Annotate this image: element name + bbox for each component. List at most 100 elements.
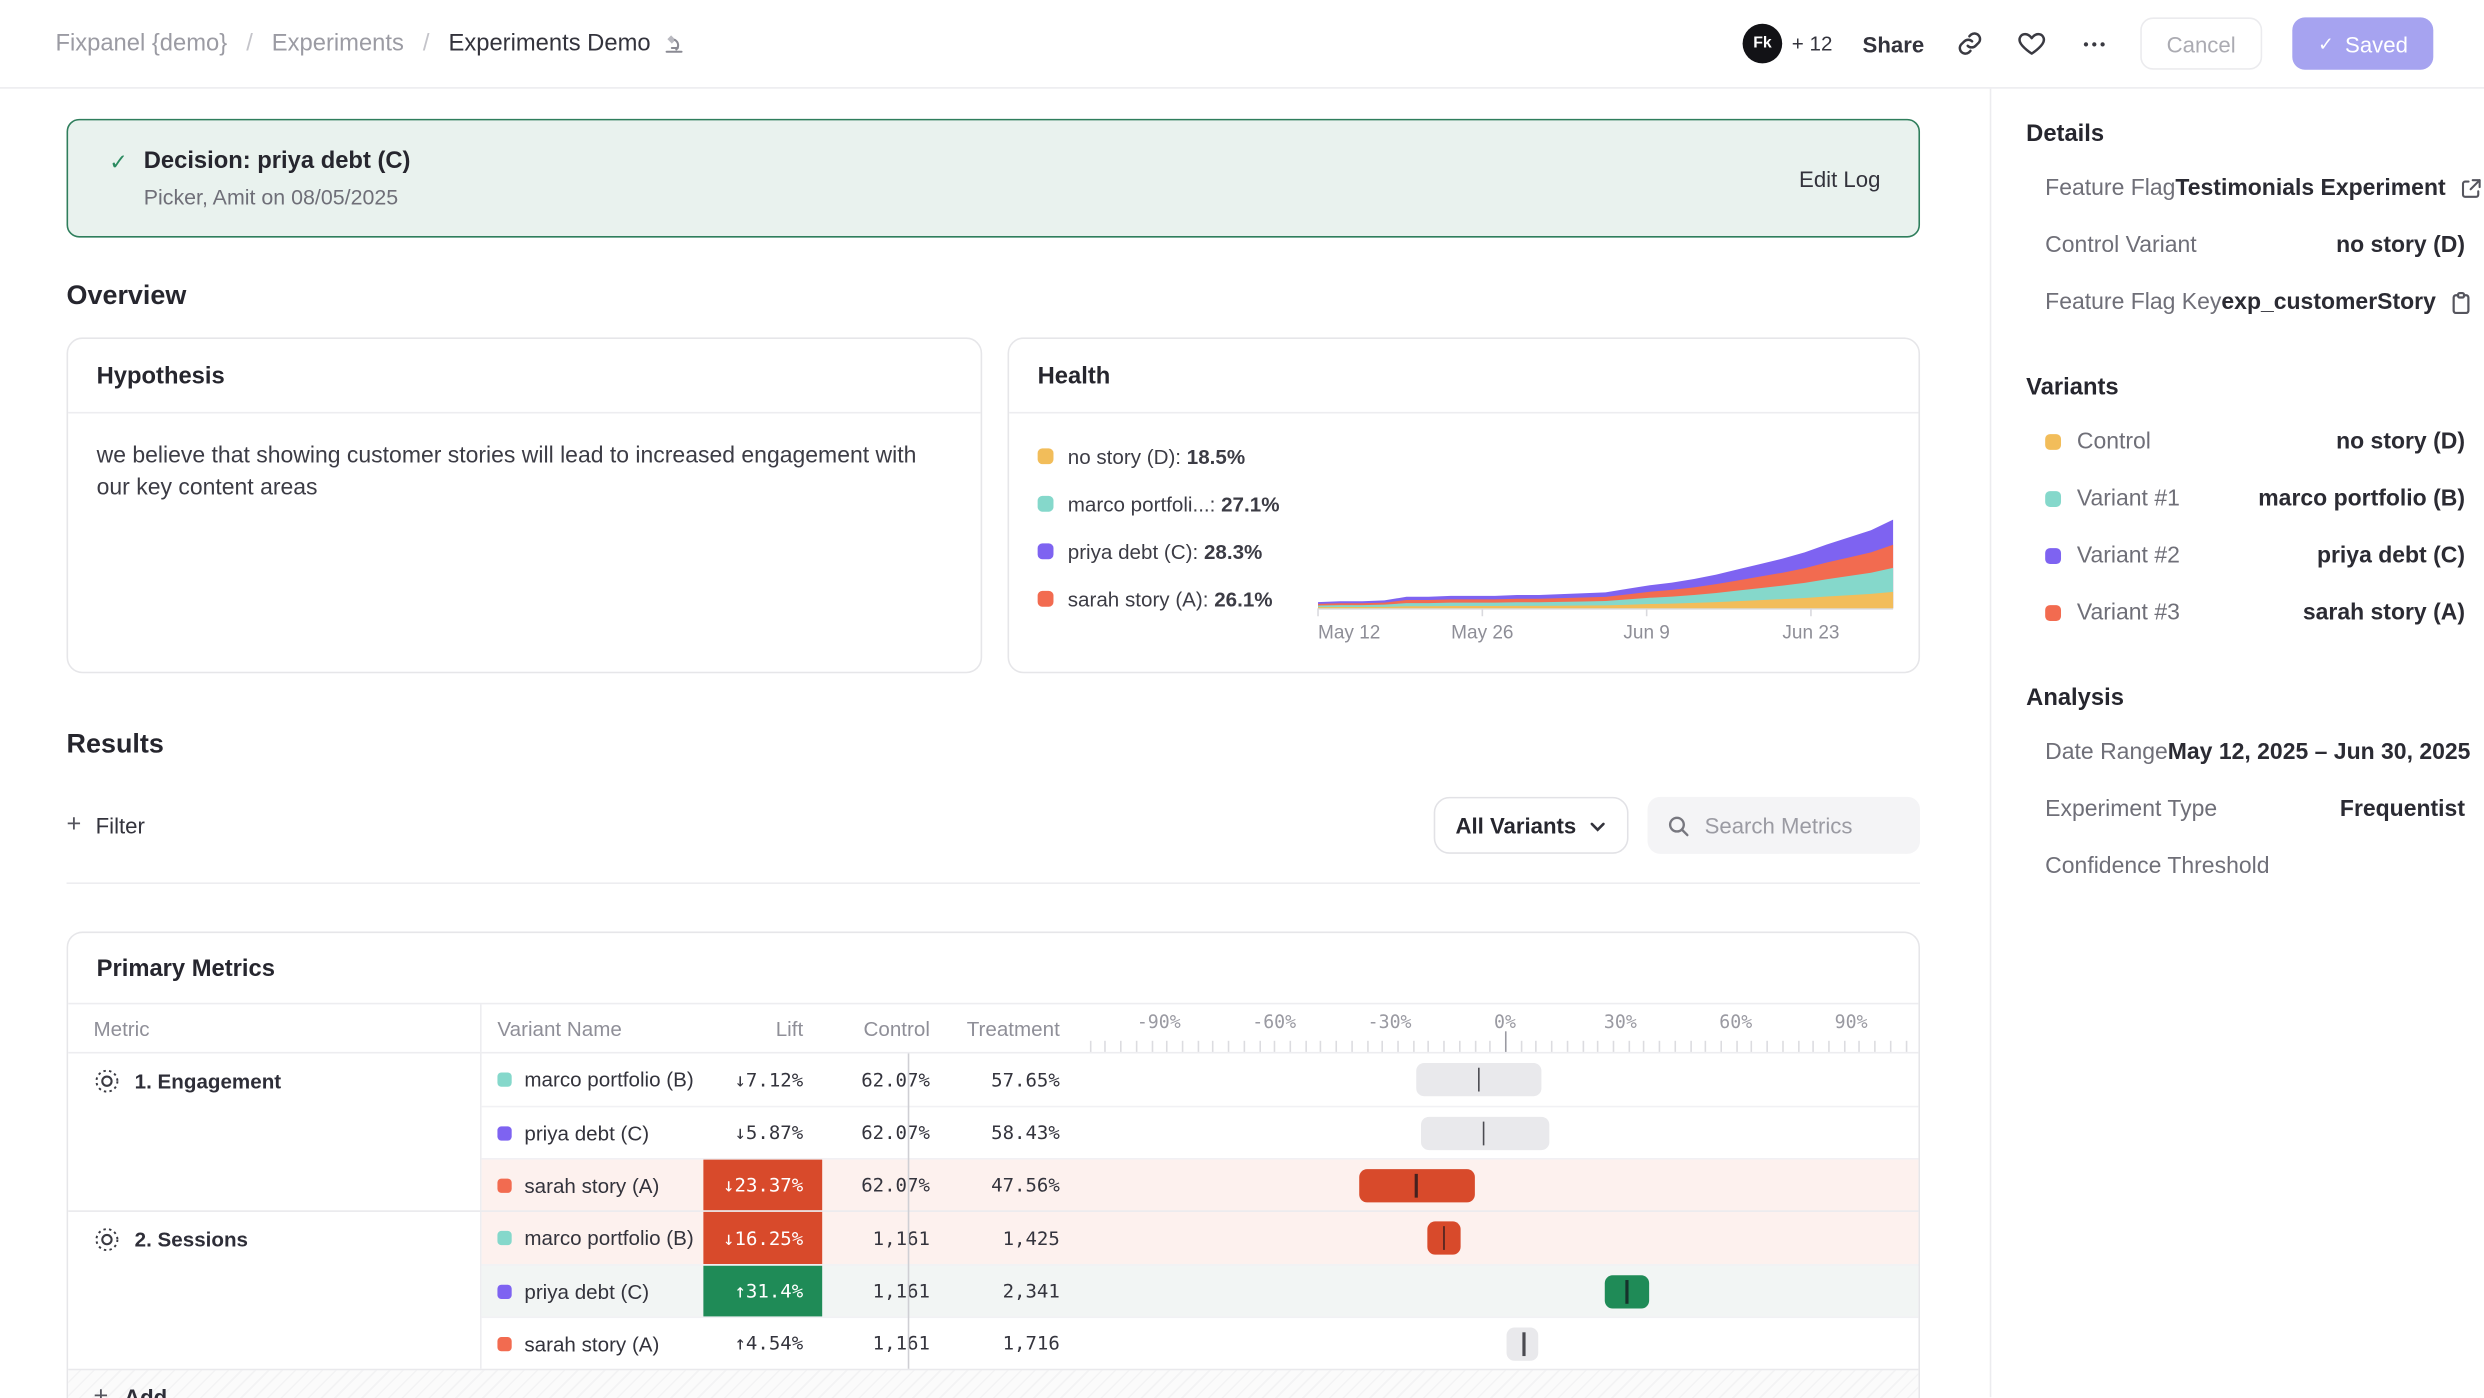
axis-label: -30% [1368, 1011, 1412, 1033]
edit-log-button[interactable]: Edit Log [1799, 166, 1880, 191]
sidebar-row-label: Confidence Threshold [2045, 854, 2269, 879]
variant-name-cell: priya debt (C) [482, 1266, 704, 1317]
lift-value: ↑31.4% [703, 1266, 822, 1317]
variants-dropdown[interactable]: All Variants [1433, 797, 1628, 854]
search-icon [1667, 813, 1691, 837]
cancel-button[interactable]: Cancel [2140, 17, 2263, 69]
variants-heading: Variants [2026, 374, 2465, 401]
zero-percent-line [908, 1053, 910, 1368]
axis-tick [1797, 1041, 1799, 1052]
confidence-interval-cell [1079, 1160, 1919, 1211]
external-link-icon[interactable] [2460, 177, 2482, 199]
filter-label: Filter [96, 813, 145, 838]
metric-name-cell[interactable]: 2. Sessions [68, 1212, 481, 1369]
column-lift: Lift [703, 1004, 822, 1052]
sidebar-row-value: no story (D) [2336, 429, 2465, 454]
variant-swatch [497, 1178, 511, 1192]
axis-tick [1151, 1041, 1153, 1052]
sidebar-row: Feature Flag Keyexp_customerStory [2026, 274, 2465, 331]
results-heading: Results [67, 729, 1920, 761]
decision-banner: ✓ Decision: priya debt (C) Picker, Amit … [67, 119, 1920, 238]
metric-rows: marco portfolio (B)↓16.25%1,1611,425 priy… [482, 1212, 1919, 1369]
clipboard-icon[interactable] [2450, 291, 2471, 315]
sidebar-row-value[interactable]: exp_customerStory [2221, 290, 2435, 315]
treatment-value: 2,341 [949, 1266, 1079, 1317]
add-filter-button[interactable]: + Filter [67, 811, 145, 840]
sidebar-row-value: May 12, 2025 – Jun 30, 2025 [2168, 740, 2471, 765]
share-button[interactable]: Share [1863, 31, 1925, 56]
breadcrumb-experiments[interactable]: Experiments [272, 30, 404, 57]
hypothesis-title: Hypothesis [97, 363, 225, 390]
copy-link-icon[interactable] [1954, 28, 1986, 60]
axis-tick [1182, 1041, 1184, 1052]
saved-button[interactable]: ✓ Saved [2293, 17, 2434, 69]
add-metric-button[interactable]: + Add [68, 1369, 1918, 1398]
details-section: Details Feature FlagTestimonials Experim… [2026, 120, 2465, 331]
variant-label: marco portfolio (B) [524, 1068, 693, 1092]
axis-tick [1551, 1041, 1553, 1052]
sidebar-row-label: Control Variant [2045, 233, 2197, 258]
sidebar-row-label: Date Range [2045, 740, 2168, 765]
axis-tick [1228, 1041, 1230, 1052]
column-metric: Metric [68, 1004, 481, 1052]
point-estimate-tick [1626, 1280, 1628, 1304]
sidebar-row-value[interactable]: Testimonials Experiment [2175, 176, 2445, 201]
axis-tick [1290, 1041, 1292, 1052]
variant-swatch [497, 1126, 511, 1140]
variant-label: priya debt (C) [524, 1279, 649, 1303]
confidence-interval-cell [1079, 1266, 1919, 1317]
confidence-interval-bar [1605, 1275, 1649, 1308]
saved-button-label: Saved [2345, 31, 2408, 56]
legend-swatch [1038, 448, 1054, 464]
sidebar-row: Date RangeMay 12, 2025 – Jun 30, 2025 [2026, 724, 2465, 781]
more-options-icon[interactable] [2078, 28, 2110, 60]
breadcrumb: Fixpanel {demo} / Experiments / Experime… [55, 30, 685, 57]
metric-name-cell[interactable]: 1. Engagement [68, 1053, 481, 1210]
health-legend-item: priya debt (C): 28.3% [1038, 535, 1303, 567]
axis-tick [1320, 1041, 1322, 1052]
axis-tick [1474, 1041, 1476, 1052]
analysis-section: Analysis Date RangeMay 12, 2025 – Jun 30… [2026, 684, 2465, 895]
legend-swatch [1038, 543, 1054, 559]
variant-swatch [497, 1072, 511, 1086]
favorite-heart-icon[interactable] [2016, 28, 2048, 60]
axis-tick [1628, 1041, 1630, 1052]
chevron-down-icon [1589, 817, 1606, 834]
page-title: Experiments Demo [449, 30, 651, 57]
metric-name: 2. Sessions [135, 1228, 248, 1252]
confidence-interval-bar [1507, 1328, 1538, 1361]
avatar[interactable]: Fk [1743, 24, 1783, 64]
divider [67, 882, 1920, 884]
breadcrumb-project[interactable]: Fixpanel {demo} [55, 30, 227, 57]
variant-name-cell: marco portfolio (B) [482, 1212, 704, 1264]
metric-target-icon [93, 1226, 120, 1253]
health-legend: no story (D): 18.5%marco portfoli...: 27… [1009, 413, 1302, 614]
axis-label: -60% [1252, 1011, 1296, 1033]
metrics-table-body: 1. Engagementmarco portfolio (B)↓7.12%62… [68, 1053, 1918, 1368]
control-value: 62.07% [822, 1107, 949, 1158]
metric-name: 1. Engagement [135, 1069, 281, 1093]
axis-tick [1859, 1041, 1861, 1052]
search-metrics-input[interactable] [1705, 813, 1895, 838]
details-sidebar: Details Feature FlagTestimonials Experim… [1990, 89, 2484, 1398]
axis-tick [1767, 1041, 1769, 1052]
axis-tick [1443, 1041, 1445, 1052]
axis-tick [1674, 1041, 1676, 1052]
axis-label: -90% [1137, 1011, 1181, 1033]
table-row: marco portfolio (B)↓16.25%1,1611,425 [482, 1212, 1919, 1264]
microscope-icon [662, 32, 686, 56]
sidebar-row: Experiment TypeFrequentist [2026, 781, 2465, 838]
variant-name-cell: marco portfolio (B) [482, 1053, 704, 1105]
treatment-value: 47.56% [949, 1160, 1079, 1211]
overview-heading: Overview [67, 280, 1920, 312]
legend-label: no story (D): 18.5% [1068, 444, 1245, 468]
confidence-interval-cell [1079, 1212, 1919, 1264]
axis-tick [1259, 1041, 1261, 1052]
breadcrumb-separator: / [423, 30, 430, 57]
collaborator-avatars[interactable]: Fk + 12 [1743, 24, 1833, 64]
variant-label: sarah story (A) [524, 1173, 659, 1197]
search-metrics-box [1648, 797, 1920, 854]
sidebar-row-label: Feature Flag [2045, 176, 2175, 201]
variant-swatch [497, 1231, 511, 1245]
lift-value: ↓16.25% [703, 1212, 822, 1264]
